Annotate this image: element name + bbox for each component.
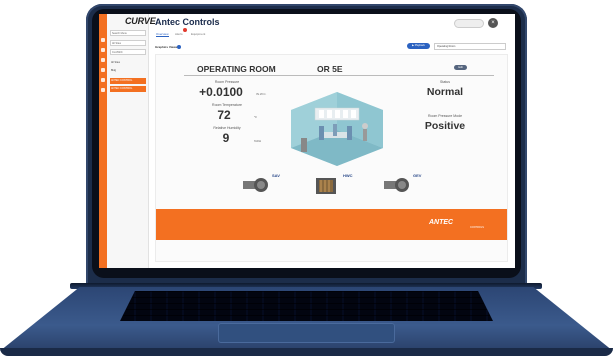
- brand-footer: [156, 209, 507, 240]
- temperature-label: Room Temperature: [212, 103, 242, 107]
- user-pill[interactable]: [454, 19, 484, 28]
- tab-overview[interactable]: Overview: [156, 32, 169, 37]
- pressure-label: Room Pressure: [214, 80, 240, 84]
- sav-label: SAV: [272, 173, 280, 178]
- display-label: Graphics Viewer: [155, 45, 179, 49]
- hwc-label: HWC: [343, 173, 353, 178]
- close-icon[interactable]: ×: [488, 18, 498, 28]
- bell-icon[interactable]: [101, 68, 105, 72]
- sidebar-item[interactable]: Bldg: [110, 68, 146, 74]
- gev-label: GEV: [413, 173, 422, 178]
- sav-valve-icon[interactable]: [243, 174, 269, 196]
- room-name: OPERATING ROOM: [197, 64, 276, 74]
- tab-alerts[interactable]: Alerts: [175, 32, 183, 36]
- mode-select[interactable]: CLASSIC: [110, 49, 146, 55]
- status-label: Status: [440, 80, 450, 84]
- trackpad: [218, 323, 395, 343]
- room-select[interactable]: Operating Room: [434, 43, 506, 50]
- humidity-value: 9: [222, 131, 230, 145]
- pressure-mode-value: Positive: [424, 120, 466, 132]
- info-icon[interactable]: [177, 45, 181, 49]
- antec-logo: ANTEC: [429, 219, 454, 226]
- title-action-icons[interactable]: ☆ ⋯ ✎: [206, 19, 219, 24]
- hwc-coil-icon[interactable]: [315, 176, 337, 196]
- sidebar-item-active[interactable]: ANTEC CONTROL: [110, 86, 146, 92]
- grid-icon[interactable]: [101, 48, 105, 52]
- user-icon[interactable]: [101, 88, 105, 92]
- chart-icon[interactable]: [101, 58, 105, 62]
- divider: [184, 75, 494, 76]
- pressure-unit: IN.W.C.: [256, 92, 267, 96]
- sidebar-search-input[interactable]: Search Menu: [110, 30, 146, 36]
- sidebar-item[interactable]: All Sites: [110, 60, 146, 66]
- gev-valve-icon[interactable]: [384, 174, 410, 196]
- site-select[interactable]: All Sites: [110, 40, 146, 46]
- operating-room-illustration: [291, 92, 383, 166]
- nav-rail: [99, 14, 107, 268]
- curve-logo: CURVE: [125, 16, 156, 26]
- temperature-unit: °F: [254, 115, 258, 119]
- humidity-unit: %RH: [254, 139, 262, 143]
- status-value: Normal: [426, 86, 464, 98]
- tab-equipment[interactable]: Equipment: [191, 32, 205, 36]
- settings-icon[interactable]: [101, 78, 105, 82]
- room-code: OR 5E: [317, 64, 343, 74]
- alert-indicator-icon: [183, 28, 187, 32]
- sidebar: CURVE Search Menu All Sites CLASSIC All …: [107, 14, 156, 268]
- keyboard: [120, 291, 493, 321]
- playback-button[interactable]: ▶ Playback: [407, 43, 430, 49]
- app-screen: CURVE Search Menu All Sites CLASSIC All …: [99, 14, 515, 268]
- sidebar-item-active[interactable]: ANTEC CONTROL: [110, 78, 146, 84]
- home-icon[interactable]: [101, 38, 105, 42]
- pressure-mode-label: Room Pressure Mode: [427, 114, 463, 118]
- pressure-value: +0.0100: [199, 85, 243, 99]
- laptop-scene: CURVE Search Menu All Sites CLASSIC All …: [0, 0, 613, 360]
- edit-button[interactable]: Edit: [454, 65, 467, 70]
- temperature-value: 72: [217, 108, 231, 122]
- antec-logo-subtitle: CONTROLS: [470, 226, 484, 229]
- laptop-front-edge: [0, 348, 613, 356]
- humidity-label: Relative Humidity: [213, 126, 241, 130]
